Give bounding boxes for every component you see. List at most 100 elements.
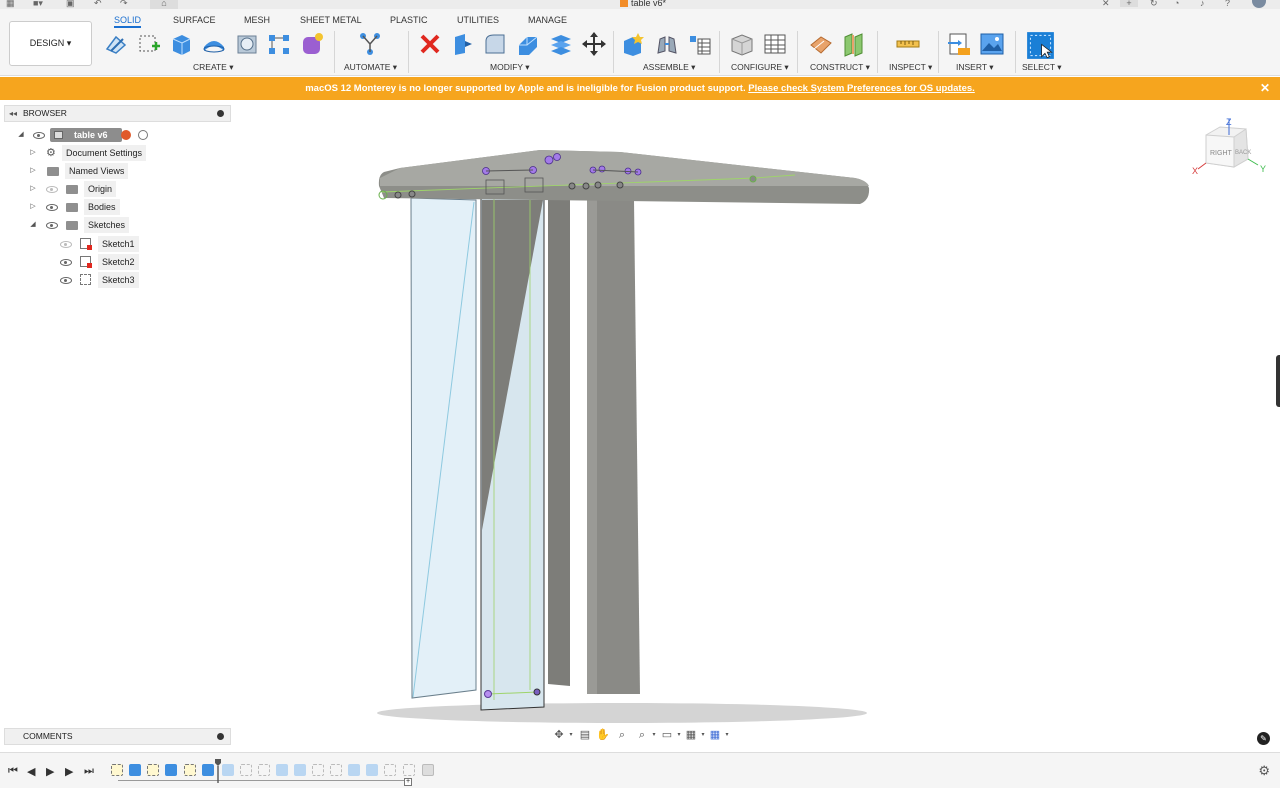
- file-icon[interactable]: ■▾: [33, 0, 43, 8]
- banner-close-icon[interactable]: ✕: [1260, 77, 1270, 100]
- select-menu[interactable]: SELECT ▾: [1022, 62, 1062, 73]
- bill-of-materials-icon[interactable]: [687, 31, 713, 57]
- help-icon[interactable]: ?: [1225, 0, 1230, 8]
- measure-icon[interactable]: [895, 31, 921, 57]
- timeline-end-marker[interactable]: +: [404, 778, 412, 786]
- timeline-extrude-icon[interactable]: [348, 764, 360, 776]
- banner-link[interactable]: Please check System Preferences for OS u…: [748, 83, 975, 94]
- home-icon[interactable]: ⌂: [150, 0, 178, 9]
- apps-icon[interactable]: ▦: [6, 0, 15, 8]
- timeline-sketch-icon[interactable]: [240, 764, 252, 776]
- side-panel-tab[interactable]: [1276, 355, 1280, 407]
- configure-menu[interactable]: CONFIGURE ▾: [731, 62, 789, 73]
- timeline-sketch-icon[interactable]: [384, 764, 396, 776]
- timeline-extrude-icon[interactable]: [276, 764, 288, 776]
- tab-manage[interactable]: MANAGE: [528, 15, 567, 25]
- midplane-icon[interactable]: [841, 31, 867, 57]
- model-viewport[interactable]: [0, 100, 1280, 728]
- step-forward-icon[interactable]: ▶: [65, 765, 73, 778]
- undo-icon[interactable]: ↶: [94, 0, 102, 8]
- construct-menu[interactable]: CONSTRUCT ▾: [810, 62, 870, 73]
- timeline-sketch-icon[interactable]: [312, 764, 324, 776]
- timeline-sketch-icon[interactable]: [330, 764, 342, 776]
- extrude-icon[interactable]: [168, 31, 194, 57]
- revolve-icon[interactable]: [201, 31, 227, 57]
- move-icon[interactable]: [581, 31, 607, 57]
- new-component-assemble-icon[interactable]: [621, 31, 647, 57]
- automate-menu[interactable]: AUTOMATE ▾: [344, 62, 397, 73]
- create-sketch-icon[interactable]: [137, 31, 163, 57]
- chat-icon[interactable]: ✎: [1257, 732, 1270, 745]
- fit-dropdown-icon[interactable]: ▾: [647, 728, 661, 742]
- pan-icon[interactable]: ✋: [596, 728, 610, 742]
- save-icon[interactable]: ▣: [66, 0, 75, 8]
- redo-icon[interactable]: ↷: [120, 0, 128, 8]
- timeline-marker[interactable]: [215, 759, 221, 783]
- timeline-extrude-icon[interactable]: [165, 764, 177, 776]
- viewcube[interactable]: RIGHT BACK Z X Y: [1190, 115, 1270, 185]
- play-icon[interactable]: ▶: [46, 765, 54, 778]
- bell-icon[interactable]: ♪: [1200, 0, 1205, 8]
- shell-icon[interactable]: [548, 31, 574, 57]
- tab-mesh[interactable]: MESH: [244, 15, 270, 25]
- configuration-table-icon[interactable]: [762, 31, 788, 57]
- timeline-sketch-icon[interactable]: [258, 764, 270, 776]
- viewcube-back-label[interactable]: BACK: [1235, 150, 1251, 156]
- timeline-extrude-icon[interactable]: [366, 764, 378, 776]
- chamfer-icon[interactable]: [515, 31, 541, 57]
- add-comment-icon[interactable]: [217, 733, 224, 740]
- viewcube-right-label[interactable]: RIGHT: [1210, 150, 1233, 157]
- create-form-icon[interactable]: [299, 31, 325, 57]
- timeline-extrude-icon[interactable]: [202, 764, 214, 776]
- timeline-sketch-icon[interactable]: [184, 764, 196, 776]
- timeline-extrude-icon[interactable]: [294, 764, 306, 776]
- go-to-start-icon[interactable]: ⏮: [8, 765, 18, 778]
- new-component-icon[interactable]: [103, 31, 129, 57]
- delete-icon[interactable]: [417, 31, 443, 57]
- insert-derive-icon[interactable]: [946, 31, 972, 57]
- hole-icon[interactable]: [234, 31, 260, 57]
- timeline-settings-gear-icon[interactable]: ⚙: [1258, 763, 1270, 779]
- timeline-canvas-icon[interactable]: [422, 764, 434, 776]
- automate-icon[interactable]: [357, 31, 383, 57]
- timeline-sketch-icon[interactable]: [403, 764, 415, 776]
- ground-shadow: [377, 703, 867, 723]
- workspace-switcher-button[interactable]: DESIGN ▾: [9, 21, 92, 66]
- document-title: table v6*: [620, 0, 666, 8]
- viewports-dropdown-icon[interactable]: ▾: [720, 728, 734, 742]
- fillet-icon[interactable]: [482, 31, 508, 57]
- timeline-sketch-icon[interactable]: [111, 764, 123, 776]
- insert-menu[interactable]: INSERT ▾: [956, 62, 994, 73]
- tab-sheet-metal[interactable]: SHEET METAL: [300, 15, 362, 25]
- close-tab-icon[interactable]: ✕: [1102, 0, 1110, 8]
- avatar[interactable]: [1252, 0, 1266, 8]
- configure-icon[interactable]: [729, 31, 755, 57]
- select-icon[interactable]: [1026, 31, 1055, 60]
- zoom-icon[interactable]: ⌕: [615, 728, 629, 742]
- pattern-icon[interactable]: [266, 31, 292, 57]
- insert-canvas-icon[interactable]: [979, 31, 1005, 57]
- create-menu[interactable]: CREATE ▾: [193, 62, 233, 73]
- inspect-menu[interactable]: INSPECT ▾: [889, 62, 932, 73]
- offset-plane-icon[interactable]: [808, 31, 834, 57]
- timeline-extrude-icon[interactable]: [222, 764, 234, 776]
- timeline-sketch-icon[interactable]: [147, 764, 159, 776]
- tab-utilities[interactable]: UTILITIES: [457, 15, 499, 25]
- tab-plastic[interactable]: PLASTIC: [390, 15, 428, 25]
- timeline-extrude-icon[interactable]: [129, 764, 141, 776]
- tab-surface[interactable]: SURFACE: [173, 15, 216, 25]
- comments-panel[interactable]: COMMENTS: [4, 728, 231, 745]
- tab-solid[interactable]: SOLID: [114, 15, 142, 28]
- press-pull-icon[interactable]: [449, 31, 475, 57]
- refresh-icon[interactable]: ↻: [1150, 0, 1158, 8]
- add-tab-icon[interactable]: +: [1120, 0, 1138, 8]
- axis-x-label: X: [1192, 166, 1198, 176]
- joint-icon[interactable]: [654, 31, 680, 57]
- assemble-menu[interactable]: ASSEMBLE ▾: [643, 62, 695, 73]
- orbit-dropdown-icon[interactable]: ▾: [564, 728, 578, 742]
- modify-menu[interactable]: MODIFY ▾: [490, 62, 530, 73]
- go-to-end-icon[interactable]: ⏭: [84, 765, 94, 778]
- clock-icon[interactable]: ◔: [1174, 0, 1179, 8]
- step-back-icon[interactable]: ◀: [27, 765, 35, 778]
- look-at-icon[interactable]: ▤: [578, 728, 592, 742]
